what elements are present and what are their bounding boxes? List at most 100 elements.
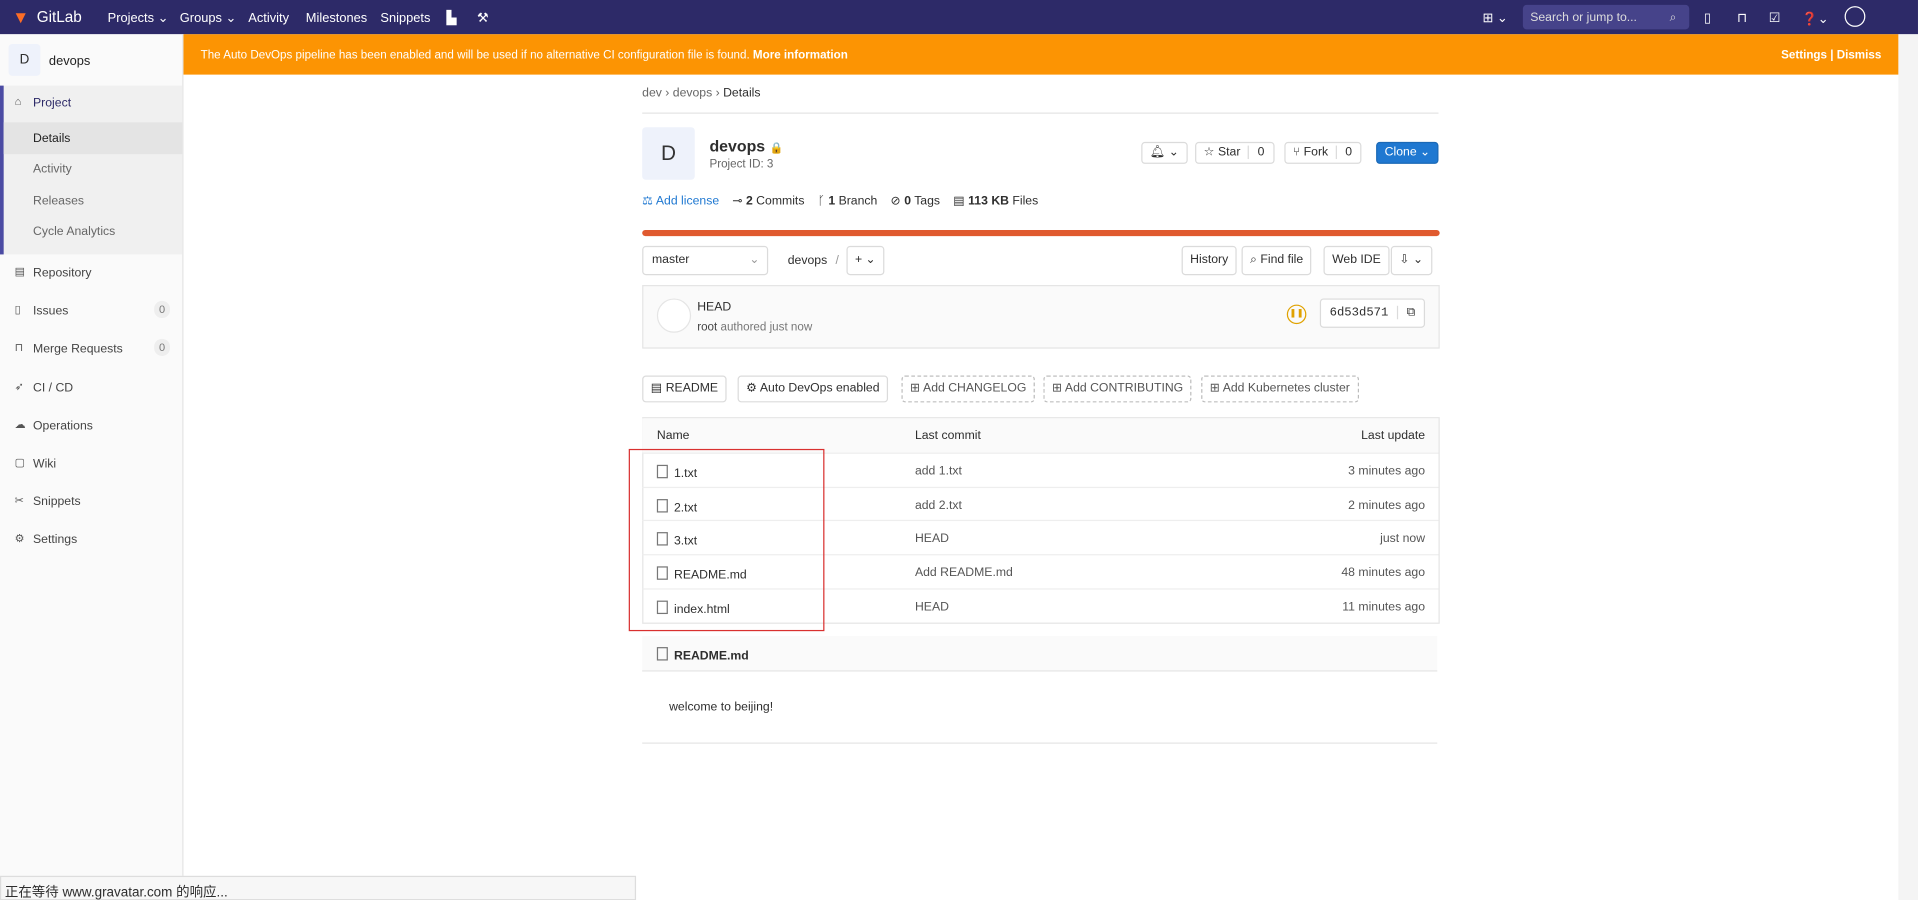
project-avatar-large: D: [642, 127, 695, 180]
avatar[interactable]: [1844, 6, 1866, 27]
nav-groups[interactable]: Groups ⌄: [180, 11, 236, 26]
sidebar-item-details[interactable]: Details: [3, 122, 183, 155]
cloud-icon: ☁: [14, 418, 26, 431]
last-commit[interactable]: HEAD: [915, 600, 949, 613]
sidebar-item-activity[interactable]: Activity: [0, 155, 182, 184]
star-button[interactable]: ☆ Star 0: [1195, 141, 1275, 164]
sidebar-item-project[interactable]: ⌂ Project: [0, 89, 182, 118]
sidebar-item-releases[interactable]: Releases: [0, 187, 182, 216]
sidebar-item-operations[interactable]: ☁ Operations: [0, 412, 182, 441]
sidebar-project-name[interactable]: devops: [49, 54, 90, 69]
copy-icon: ⧉: [1396, 305, 1424, 320]
fork-button[interactable]: ⑂ Fork 0: [1284, 141, 1362, 164]
help-icon[interactable]: ❓⌄: [1802, 11, 1829, 27]
sidebar-item-settings[interactable]: ⚙ Settings: [0, 526, 182, 555]
readme-button[interactable]: ▤ README: [642, 375, 727, 403]
last-update: 2 minutes ago: [1348, 498, 1426, 513]
branch-select[interactable]: master ⌄: [642, 245, 769, 276]
issues-icon[interactable]: ▯: [1704, 11, 1711, 26]
sidebar-item-wiki[interactable]: ▢ Wiki: [0, 450, 182, 479]
nav-projects[interactable]: Projects ⌄: [108, 11, 169, 26]
table-header: Name Last commit Last update: [642, 418, 1439, 453]
sidebar-item-ci-cd[interactable]: ➶ CI / CD: [0, 374, 182, 403]
add-contributing-button[interactable]: ⊞ Add CONTRIBUTING: [1043, 375, 1192, 403]
dismiss-link[interactable]: Dismiss: [1837, 49, 1882, 62]
sidebar-item-snippets[interactable]: ✂ Snippets: [0, 488, 182, 517]
book-icon: ▢: [14, 456, 26, 469]
language-bar: [642, 229, 1440, 237]
commit-title[interactable]: HEAD: [697, 301, 731, 314]
browser-status-bar: 正在等待 www.gravatar.com 的响应...: [0, 875, 637, 900]
nav-milestones[interactable]: Milestones: [306, 11, 367, 26]
commit-meta: root authored just now: [697, 320, 813, 334]
clone-button[interactable]: Clone ⌄: [1376, 141, 1439, 164]
branch-link[interactable]: ᚴ 1 Branch: [818, 194, 878, 207]
notification-button[interactable]: 🔔︎ ⌄: [1141, 141, 1188, 164]
last-commit[interactable]: add 2.txt: [915, 499, 962, 512]
readme-box: README.md welcome to beijing!: [642, 636, 1438, 744]
last-commit[interactable]: HEAD: [915, 533, 949, 546]
find-file-button[interactable]: ⌕ Find file: [1241, 245, 1312, 276]
search-input[interactable]: Search or jump to... ⌕: [1522, 4, 1690, 30]
last-update: 48 minutes ago: [1341, 566, 1426, 580]
last-update: 11 minutes ago: [1342, 600, 1426, 614]
history-button[interactable]: History: [1181, 245, 1237, 276]
auto-devops-button[interactable]: ⚙ Auto DevOps enabled: [737, 375, 889, 403]
chart-icon[interactable]: ▙: [446, 11, 456, 26]
top-navbar: ▼ GitLab Projects ⌄ Groups ⌄ Activity Mi…: [0, 0, 1918, 35]
commit-sha[interactable]: 6d53d571 ⧉: [1319, 298, 1426, 328]
tags-link[interactable]: ⊘ 0 Tags: [891, 194, 941, 207]
readme-title: README.md: [656, 647, 749, 663]
avatar[interactable]: [656, 298, 692, 333]
add-file-dropdown[interactable]: + ⌄: [846, 245, 885, 276]
todo-icon[interactable]: ☑: [1769, 11, 1781, 26]
merge-icon: ⊓: [14, 341, 24, 354]
auto-devops-banner: The Auto DevOps pipeline has been enable…: [183, 34, 1899, 75]
sidebar-item-merge-requests[interactable]: ⊓ Merge Requests 0: [0, 335, 182, 364]
file-icon: [656, 647, 668, 661]
search-icon: ⌕: [1250, 253, 1257, 267]
highlight-rectangle: [628, 448, 825, 632]
gear-icon: ⚙: [14, 532, 25, 545]
new-plus-icon[interactable]: ⊞ ⌄: [1483, 11, 1508, 26]
scissors-icon: ✂: [14, 494, 24, 507]
commits-link[interactable]: ⊸ 2 Commits: [732, 194, 804, 207]
project-title: devops 🔒: [709, 136, 784, 156]
last-update: just now: [1380, 532, 1426, 547]
scrollbar[interactable]: [1898, 34, 1918, 900]
search-icon: ⌕: [1669, 11, 1677, 25]
project-stats: ⚖ Add license ⊸ 2 Commits ᚴ 1 Branch ⊘ 0…: [642, 194, 1038, 207]
lock-icon: 🔒: [769, 141, 784, 155]
issues-icon: ▯: [14, 303, 21, 316]
files-link[interactable]: ▤ 113 KB Files: [953, 194, 1038, 207]
nav-activity[interactable]: Activity: [248, 11, 289, 26]
nav-snippets[interactable]: Snippets: [380, 11, 430, 26]
web-ide-button[interactable]: Web IDE: [1323, 245, 1390, 276]
add-kubernetes-button[interactable]: ⊞ Add Kubernetes cluster: [1201, 375, 1359, 403]
sidebar: D devops ⌂ Project Details Activity Relea…: [0, 34, 184, 900]
home-icon: ⌂: [14, 95, 22, 108]
path-root[interactable]: devops /: [788, 254, 839, 267]
last-commit[interactable]: add 1.txt: [915, 465, 962, 478]
more-information-link[interactable]: More information: [753, 49, 848, 62]
sidebar-item-issues[interactable]: ▯ Issues 0: [0, 297, 182, 326]
brand[interactable]: GitLab: [37, 9, 82, 26]
merge-request-icon[interactable]: ⊓: [1737, 11, 1747, 26]
settings-link[interactable]: Settings: [1781, 49, 1827, 62]
project-avatar[interactable]: D: [8, 44, 41, 76]
sidebar-item-cycle-analytics[interactable]: Cycle Analytics: [0, 218, 182, 247]
wrench-icon[interactable]: ⚒: [477, 11, 489, 26]
breadcrumb: dev › devops › Details: [642, 86, 761, 101]
bell-icon: 🔔︎: [1149, 145, 1166, 160]
download-icon: ⇩: [1399, 253, 1410, 267]
last-commit[interactable]: Add README.md: [915, 566, 1013, 579]
pipeline-paused-icon[interactable]: ❚❚: [1286, 304, 1307, 325]
add-license-link[interactable]: ⚖ Add license: [642, 194, 719, 207]
readme-content: welcome to beijing!: [669, 700, 774, 715]
rocket-icon: ➶: [14, 380, 24, 393]
download-button[interactable]: ⇩ ⌄: [1390, 245, 1432, 276]
add-changelog-button[interactable]: ⊞ Add CHANGELOG: [901, 375, 1035, 403]
gitlab-logo-icon[interactable]: ▼: [12, 7, 29, 27]
sidebar-item-repository[interactable]: ▤ Repository: [0, 259, 182, 288]
project-id: Project ID: 3: [709, 157, 774, 172]
